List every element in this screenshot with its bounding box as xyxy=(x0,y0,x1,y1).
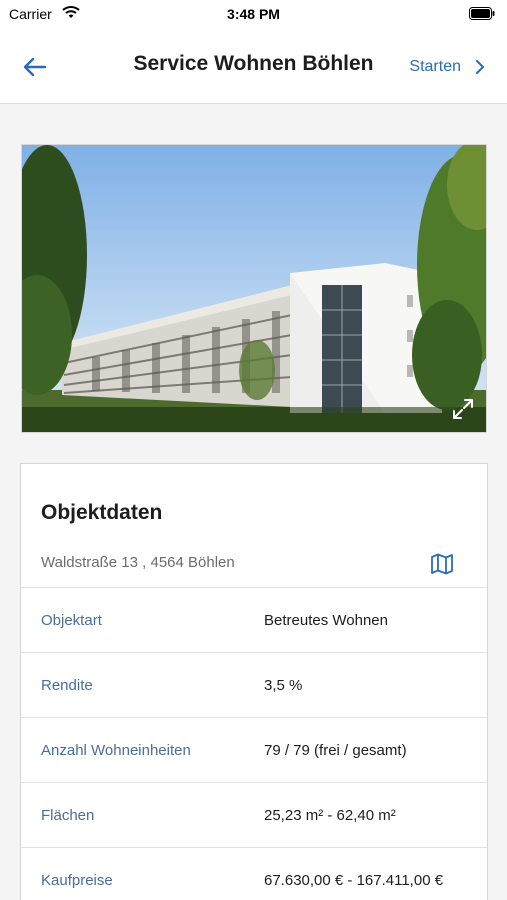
row-label: Anzahl Wohneinheiten xyxy=(41,742,191,759)
row-label: Kaufpreise xyxy=(41,872,113,889)
row-label: Flächen xyxy=(41,807,95,824)
data-row-kaufpreise: Kaufpreise 67.630,00 € - 167.411,00 € xyxy=(21,847,487,900)
chevron-right-icon xyxy=(476,60,484,74)
start-label: Starten xyxy=(409,58,461,75)
data-row-flaechen: Flächen 25,23 m² - 62,40 m² xyxy=(21,782,487,847)
data-row-wohneinheiten: Anzahl Wohneinheiten 79 / 79 (frei / ges… xyxy=(21,717,487,782)
row-value: 67.630,00 € - 167.411,00 € xyxy=(264,872,444,889)
battery-icon xyxy=(469,7,495,25)
row-label: Rendite xyxy=(41,677,93,694)
navigation-bar: Service Wohnen Böhlen Starten xyxy=(0,30,507,104)
building-illustration xyxy=(22,145,486,432)
row-value: Betreutes Wohnen xyxy=(264,612,388,629)
row-value: 3,5 % xyxy=(264,677,303,694)
status-bar: Carrier 3:48 PM xyxy=(0,0,507,30)
map-icon[interactable] xyxy=(430,553,454,580)
expand-icon[interactable] xyxy=(452,398,474,420)
data-row-objektart: Objektart Betreutes Wohnen xyxy=(21,587,487,652)
address-text: Waldstraße 13 , 4564 Böhlen xyxy=(41,554,235,571)
data-row-rendite: Rendite 3,5 % xyxy=(21,652,487,717)
row-label: Objektart xyxy=(41,612,102,629)
status-time: 3:48 PM xyxy=(227,6,280,22)
start-button[interactable]: Starten xyxy=(409,55,485,79)
card-title: Objektdaten xyxy=(41,501,163,524)
object-data-card: Objektdaten Waldstraße 13 , 4564 Böhlen … xyxy=(20,463,488,900)
row-value: 25,23 m² - 62,40 m² xyxy=(264,807,396,824)
property-image[interactable] xyxy=(21,144,487,433)
row-value: 79 / 79 (frei / gesamt) xyxy=(264,742,407,759)
